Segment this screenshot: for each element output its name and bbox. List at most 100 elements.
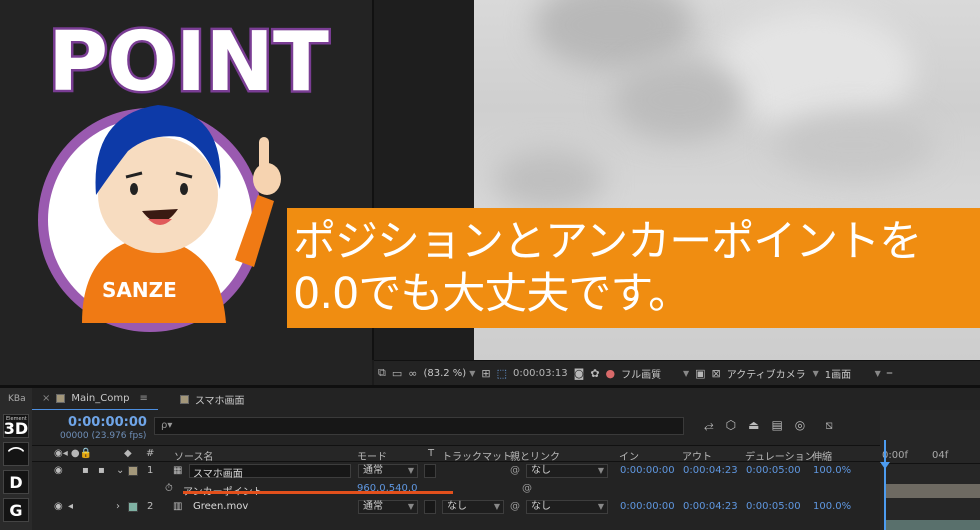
shy-layers-icon[interactable]: ⏏ (748, 418, 759, 433)
duration-value[interactable]: 0:00:05:00 (746, 465, 801, 476)
vr-goggles-icon[interactable]: ∞ (408, 367, 417, 380)
out-header: アウト (682, 452, 712, 463)
pickwhip-icon[interactable]: @ (510, 501, 520, 512)
region-of-interest-icon[interactable]: ⬚ (497, 367, 507, 380)
layer-row-1[interactable]: ◉ ▪ ▪ ⌄ 1 ▦ スマホ画面 通常 ▼ @ なし ▼ 0:00:00:00… (32, 462, 880, 480)
layer-search-input[interactable]: ρ▾ (154, 417, 684, 435)
tab-smartphone-screen[interactable]: スマホ画面 (170, 388, 255, 410)
mode-select[interactable]: 通常 ▼ (358, 500, 418, 514)
frame-blending-icon[interactable]: ▤ (771, 418, 782, 433)
layer-row-2[interactable]: ◉ ◂ › 2 ▥ Green.mov 通常 ▼ なし ▼ @ なし ▼ 0:0… (32, 498, 880, 516)
chevron-down-icon: ▼ (407, 502, 414, 511)
camera-snapshot-icon[interactable]: ◙ (574, 367, 585, 380)
curve-icon: ⌒ (7, 446, 24, 465)
pickwhip-icon[interactable]: @ (510, 465, 520, 476)
chevron-down-icon: ▼ (493, 502, 500, 511)
t-header: T (428, 448, 435, 459)
out-value[interactable]: 0:00:04:23 (683, 465, 738, 476)
show-snapshot-icon[interactable]: ✿ (590, 367, 599, 380)
chevron-down-icon: ▼ (597, 466, 604, 475)
pickwhip-icon[interactable]: @ (522, 483, 532, 494)
track-matte-header: トラックマット (442, 452, 512, 463)
resolution-select[interactable]: フル画質 ▼ (621, 366, 689, 381)
number-header: # (146, 448, 155, 459)
source-name-header[interactable]: ソース名 (174, 448, 214, 463)
layer-name[interactable]: Green.mov (193, 501, 248, 512)
monitor-icon[interactable]: ▭ (392, 367, 402, 380)
preserve-transparency-box[interactable] (424, 500, 436, 514)
camera-select[interactable]: アクティブカメラ ▼ (727, 366, 819, 381)
layer-name: スマホ画面 (193, 469, 243, 480)
stretch-header: 伸縮 (812, 452, 832, 463)
timeline-tabs: × Main_Comp ≡ スマホ画面 (32, 388, 980, 410)
lock-box[interactable]: ▪ (98, 465, 105, 476)
timeline-graph[interactable]: 0:00f 04f (880, 410, 980, 530)
composition-mini-flowchart-icon[interactable]: ⥄ (704, 418, 714, 433)
mode-select[interactable]: 通常 ▼ (358, 464, 418, 478)
in-value[interactable]: 0:00:00:00 (620, 501, 675, 512)
layer-header: ◉◂ ●🔒 ◆ # ソース名 モード T トラックマット 親とリンク イン アウ… (32, 445, 880, 463)
property-row-anchor[interactable]: ⏱ アンカーポイント 960.0,540.0 @ (32, 480, 880, 498)
graph-editor-icon[interactable]: ⧅ (825, 418, 833, 433)
tab-main-comp[interactable]: × Main_Comp ≡ (32, 388, 158, 410)
layer-bar-1[interactable] (886, 484, 980, 498)
comp-color-swatch (56, 394, 66, 403)
chevron-down-icon[interactable]: ⌄ (116, 465, 124, 476)
curve-button[interactable]: ⌒ (3, 442, 29, 466)
element-label: Element (6, 416, 27, 422)
duration-header: デュレーション (745, 452, 815, 463)
g-label: G (9, 500, 23, 520)
eye-icon[interactable]: ◉ (54, 465, 63, 476)
motion-blur-icon[interactable]: ◎ (795, 418, 805, 433)
zoom-select[interactable]: (83.2 %) ▼ (423, 368, 475, 379)
duration-value[interactable]: 0:00:05:00 (746, 501, 801, 512)
caption-line-1: ポジションとアンカーポイントを (293, 217, 922, 267)
stopwatch-icon[interactable]: ⏱ (165, 483, 173, 494)
mascot-shirt-text: SANZE (102, 278, 177, 302)
parent-select[interactable]: なし ▼ (526, 500, 608, 514)
time-ruler[interactable]: 0:00f 04f (880, 450, 980, 464)
eye-icon[interactable]: ◉ (54, 501, 63, 512)
stretch-value[interactable]: 100.0% (813, 501, 851, 512)
chevron-down-icon: ▼ (597, 502, 604, 511)
highlight-underline (183, 491, 453, 494)
parent-value: なし (531, 465, 551, 476)
solo-box[interactable]: ▪ (82, 465, 89, 476)
layer-number: 2 (147, 501, 154, 512)
out-value[interactable]: 0:00:04:23 (683, 501, 738, 512)
kbar-panel: KBa Element 3D ⌒ D G (0, 388, 32, 530)
safe-margins-icon[interactable]: ⊞ (481, 367, 490, 380)
tab-label: Main_Comp (71, 393, 130, 404)
close-icon[interactable]: × (42, 393, 50, 404)
in-value[interactable]: 0:00:00:00 (620, 465, 675, 476)
preserve-transparency-box[interactable] (424, 464, 436, 478)
render-line-icon[interactable]: ⎯ (887, 366, 893, 380)
d-button[interactable]: D (3, 470, 29, 494)
current-time[interactable]: 0:00:00:00 (68, 415, 147, 430)
label-color-swatch[interactable] (128, 466, 138, 476)
always-preview-icon[interactable]: ⧉ (378, 366, 386, 380)
label-color-swatch[interactable] (128, 502, 138, 512)
views-select[interactable]: 1画面 ▼ (825, 366, 881, 381)
mode-value: 通常 (363, 465, 383, 476)
track-matte-select[interactable]: なし ▼ (442, 500, 504, 514)
layer-bar-2[interactable] (886, 520, 980, 530)
draft-3d-icon[interactable]: ⬡ (726, 418, 736, 433)
chevron-right-icon[interactable]: › (116, 501, 120, 512)
track-matte-value: なし (447, 501, 467, 512)
tab-menu-icon[interactable]: ≡ (139, 393, 147, 404)
viewer-timecode[interactable]: 0:00:03:13 (513, 368, 568, 379)
element-3d-button[interactable]: Element 3D (3, 414, 29, 438)
timecode-row: 0:00:00:00 00000 (23.976 fps) ρ▾ ⥄ ⬡ ⏏ ▤… (32, 412, 980, 444)
transparency-grid-icon[interactable]: ⊠ (712, 367, 721, 380)
stretch-value[interactable]: 100.0% (813, 465, 851, 476)
g-button[interactable]: G (3, 498, 29, 522)
parent-value: なし (531, 501, 551, 512)
fast-previews-icon[interactable]: ▣ (695, 367, 705, 380)
zoom-value: (83.2 %) (423, 367, 467, 379)
parent-select[interactable]: なし ▼ (526, 464, 608, 478)
chevron-down-icon: ▼ (874, 368, 881, 378)
tab-label: スマホ画面 (194, 395, 245, 407)
channel-color-icon[interactable]: ● (606, 367, 616, 380)
audio-icon[interactable]: ◂ (68, 501, 73, 512)
